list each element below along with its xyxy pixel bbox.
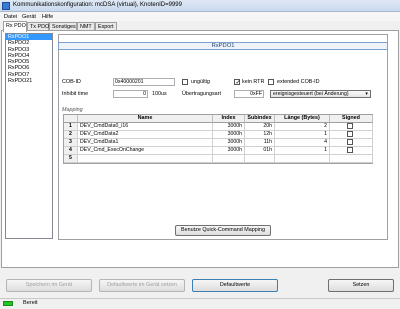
table-cell-laenge[interactable]: 1 — [275, 131, 330, 139]
table-cell-index[interactable]: 3000h — [213, 147, 245, 155]
kein-rtr-label: kein RTR — [242, 79, 265, 85]
column-header-laenge[interactable]: Länge (Bytes) — [275, 115, 330, 123]
inhibit-time-label: Inhibit time — [62, 91, 89, 97]
table-cell-name[interactable] — [78, 155, 213, 163]
table-cell-signed — [330, 123, 373, 131]
column-header-index[interactable]: Index — [213, 115, 245, 123]
table-cell-index[interactable]: 3000h — [213, 123, 245, 131]
signed-checkbox[interactable] — [347, 147, 353, 153]
window-title: Kommunikationskonfiguration: mcDSA (virt… — [13, 2, 182, 8]
column-header-subindex[interactable]: Subindex — [245, 115, 275, 123]
defaults-button[interactable]: Defaultwerte — [192, 279, 278, 292]
cob-id-label: COB-ID — [62, 79, 81, 85]
signed-checkbox[interactable] — [347, 131, 353, 137]
table-cell-laenge[interactable]: 1 — [275, 147, 330, 155]
tab-rx-pdo[interactable]: Rx PDO — [3, 21, 27, 32]
row-number: 4 — [64, 147, 78, 155]
mapping-label: Mapping — [62, 107, 83, 113]
table-cell-name[interactable]: DEV_Cmd_ExecOnChange — [78, 147, 213, 155]
status-text: Bereit — [23, 300, 38, 306]
table-cell-subindex[interactable]: 01h — [245, 147, 275, 155]
save-to-device-button[interactable]: Speichern im Gerät — [6, 279, 92, 292]
quick-command-mapping-button[interactable]: Benutze Quick-Command Mapping — [175, 225, 271, 236]
set-device-defaults-button[interactable]: Defaultwerte im Gerät setzen — [99, 279, 185, 292]
pdo-header: RxPDO1 — [58, 42, 388, 50]
row-number: 2 — [64, 131, 78, 139]
menu-datei[interactable]: Datei — [4, 14, 17, 20]
uebertragungsart-label: Übertragungsart — [182, 91, 221, 97]
signed-checkbox[interactable] — [347, 139, 353, 145]
table-cell-laenge[interactable]: 4 — [275, 139, 330, 147]
status-bar — [0, 298, 400, 309]
table-cell-name[interactable]: DEV_CmdData0_i16 — [78, 123, 213, 131]
uebertragungsart-select-value: ereignisgesteuert (bei Änderung) — [273, 91, 349, 97]
column-header-name[interactable]: Name — [78, 115, 213, 123]
table-cell-subindex[interactable]: 12h — [245, 131, 275, 139]
signed-checkbox[interactable] — [347, 123, 353, 129]
table-cell-signed — [330, 131, 373, 139]
list-item[interactable]: RxPDO21 — [6, 78, 52, 84]
extended-cob-id-label: extended COB-ID — [277, 79, 320, 85]
table-cell-subindex[interactable]: 20h — [245, 123, 275, 131]
menu-geraet[interactable]: Gerät — [22, 14, 36, 20]
table-cell-subindex[interactable]: 11h — [245, 139, 275, 147]
table-cell-index[interactable]: 3000h — [213, 131, 245, 139]
cob-id-field[interactable]: 0x40000201 — [113, 78, 175, 86]
row-number: 5 — [64, 155, 78, 163]
table-cell-name[interactable]: DEV_CmdData1 — [78, 139, 213, 147]
set-button[interactable]: Setzen — [328, 279, 394, 292]
table-cell-laenge[interactable] — [275, 155, 330, 163]
ungueltig-label: ungültig — [191, 79, 210, 85]
column-header-signed[interactable]: Signed — [330, 115, 373, 123]
table-cell-laenge[interactable]: 2 — [275, 123, 330, 131]
row-number: 1 — [64, 123, 78, 131]
table-cell-signed — [330, 155, 373, 163]
checkmark-icon: ✓ — [235, 79, 241, 86]
pdo-list[interactable]: RxPDO1 RxPDO2 RxPDO3 RxPDO4 RxPDO5 RxPDO… — [5, 33, 53, 239]
table-corner — [64, 115, 78, 123]
menu-bar: Datei Gerät Hilfe — [0, 12, 400, 21]
uebertragungsart-field[interactable]: 0xFF — [234, 90, 264, 98]
inhibit-unit-label: 100us — [152, 91, 167, 97]
table-cell-subindex[interactable] — [245, 155, 275, 163]
mapping-table[interactable]: Name Index Subindex Länge (Bytes) Signed… — [63, 114, 373, 164]
row-number: 3 — [64, 139, 78, 147]
extended-cob-id-checkbox[interactable] — [268, 79, 274, 85]
uebertragungsart-select[interactable]: ereignisgesteuert (bei Änderung) ▾ — [270, 90, 371, 98]
table-cell-name[interactable]: DEV_CmdData2 — [78, 131, 213, 139]
ungueltig-checkbox[interactable] — [182, 79, 188, 85]
table-cell-index[interactable]: 3000h — [213, 139, 245, 147]
chevron-down-icon: ▾ — [365, 91, 368, 97]
table-cell-signed — [330, 139, 373, 147]
inhibit-time-field[interactable]: 0 — [113, 90, 148, 98]
table-cell-signed — [330, 147, 373, 155]
menu-hilfe[interactable]: Hilfe — [42, 14, 53, 20]
status-led-icon — [3, 301, 13, 306]
kein-rtr-checkbox[interactable]: ✓ — [234, 79, 241, 86]
table-cell-index[interactable] — [213, 155, 245, 163]
title-bar: Kommunikationskonfiguration: mcDSA (virt… — [0, 0, 400, 12]
app-icon — [2, 2, 10, 10]
